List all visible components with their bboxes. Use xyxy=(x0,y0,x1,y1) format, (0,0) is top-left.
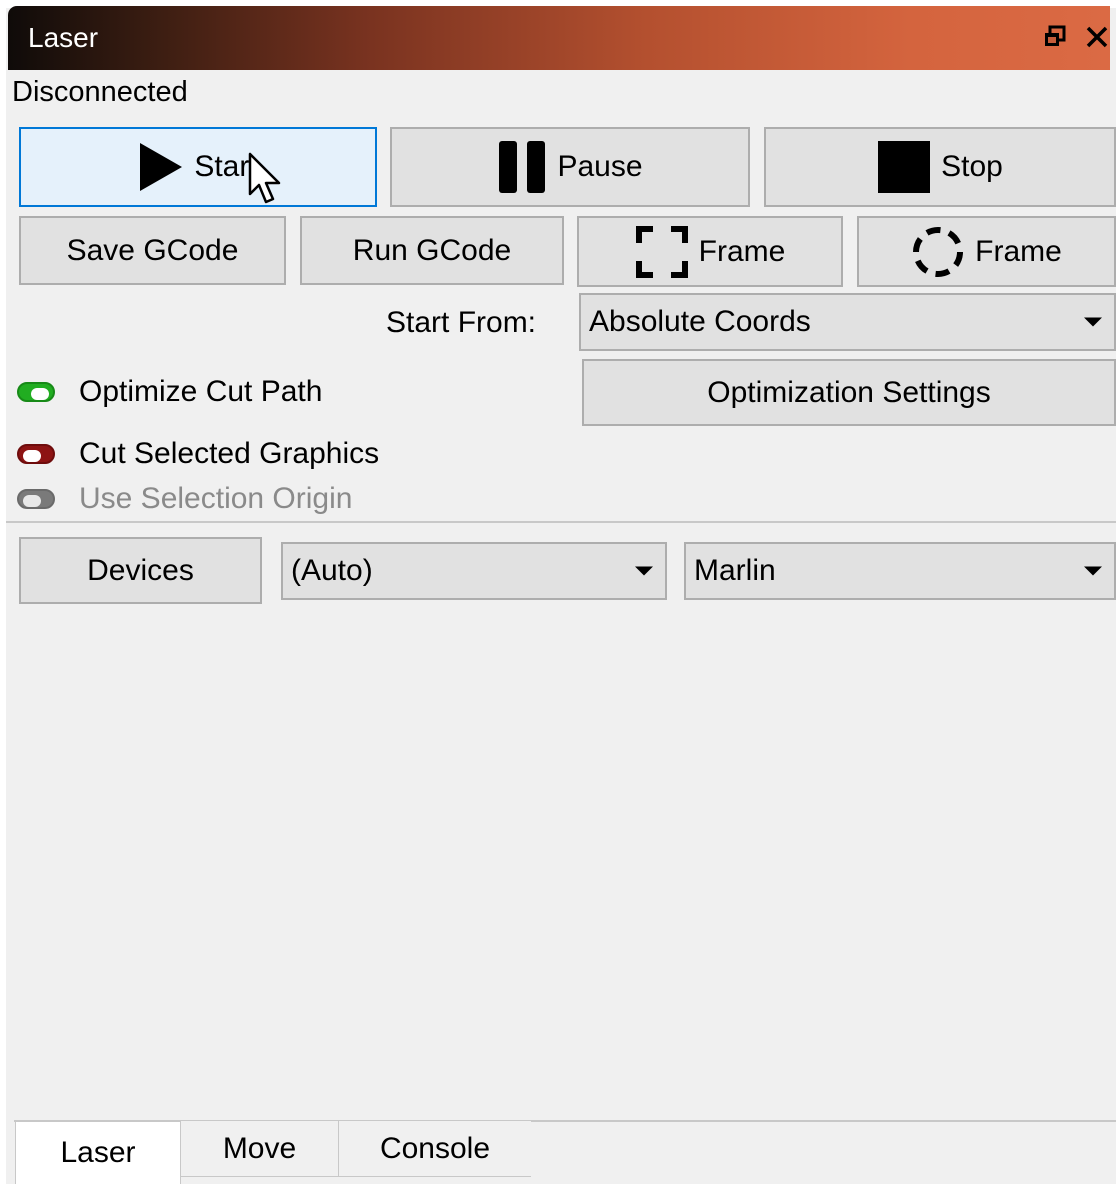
cut-selected-graphics-label: Cut Selected Graphics xyxy=(79,437,380,470)
stop-button[interactable]: Stop xyxy=(764,127,1116,207)
start-from-dropdown[interactable]: Absolute Coords xyxy=(579,293,1116,351)
window-titlebar[interactable]: Laser xyxy=(8,6,1110,70)
save-gcode-button[interactable]: Save GCode xyxy=(19,216,286,285)
frame-rectangle-button[interactable]: Frame xyxy=(577,216,843,287)
tab-laser[interactable]: Laser xyxy=(15,1121,181,1184)
optimize-cut-path-toggle[interactable] xyxy=(17,382,55,402)
firmware-dropdown[interactable]: Marlin xyxy=(684,542,1116,600)
tab-move[interactable]: Move xyxy=(181,1121,339,1177)
tab-move-label: Move xyxy=(222,1132,297,1165)
start-button-label: Start xyxy=(194,150,258,183)
tab-laser-label: Laser xyxy=(60,1136,136,1169)
run-gcode-label: Run GCode xyxy=(352,233,512,267)
play-icon xyxy=(138,141,184,193)
frame-rectangle-label: Frame xyxy=(698,234,786,268)
devices-button[interactable]: Devices xyxy=(19,537,262,604)
start-from-label: Start From: xyxy=(386,306,537,339)
chevron-down-icon xyxy=(635,566,653,576)
frame-rectangle-icon xyxy=(635,225,689,279)
frame-circle-label: Frame xyxy=(975,234,1062,268)
frame-circle-icon xyxy=(911,225,965,279)
tab-console[interactable]: Console xyxy=(339,1121,531,1177)
firmware-value: Marlin xyxy=(694,554,776,587)
section-divider xyxy=(6,521,1116,523)
window-title: Laser xyxy=(28,22,99,53)
optimization-settings-button[interactable]: Optimization Settings xyxy=(582,359,1116,426)
stop-button-label: Stop xyxy=(941,150,1003,183)
devices-label: Devices xyxy=(87,553,194,587)
frame-circle-button[interactable]: Frame xyxy=(857,216,1116,287)
chevron-down-icon xyxy=(1084,566,1102,576)
close-icon[interactable] xyxy=(1084,24,1112,52)
tab-console-label: Console xyxy=(379,1132,491,1165)
chevron-down-icon xyxy=(1084,317,1102,327)
port-value: (Auto) xyxy=(291,554,373,587)
pause-icon xyxy=(497,139,547,195)
use-selection-origin-label: Use Selection Origin xyxy=(79,482,353,515)
pause-button[interactable]: Pause xyxy=(390,127,750,207)
port-dropdown[interactable]: (Auto) xyxy=(281,542,667,600)
restore-window-icon[interactable] xyxy=(1042,24,1070,52)
save-gcode-label: Save GCode xyxy=(66,233,239,267)
tab-strip-bottom xyxy=(181,1176,531,1177)
cut-selected-graphics-toggle[interactable] xyxy=(17,444,55,464)
use-selection-origin-toggle[interactable] xyxy=(17,489,55,509)
pause-button-label: Pause xyxy=(557,150,643,183)
connection-status: Disconnected xyxy=(12,76,188,108)
stop-icon xyxy=(877,140,931,194)
start-button[interactable]: Start xyxy=(19,127,377,207)
optimization-settings-label: Optimization Settings xyxy=(707,375,991,409)
run-gcode-button[interactable]: Run GCode xyxy=(300,216,564,285)
optimize-cut-path-label: Optimize Cut Path xyxy=(79,375,323,408)
start-from-value: Absolute Coords xyxy=(589,305,811,338)
